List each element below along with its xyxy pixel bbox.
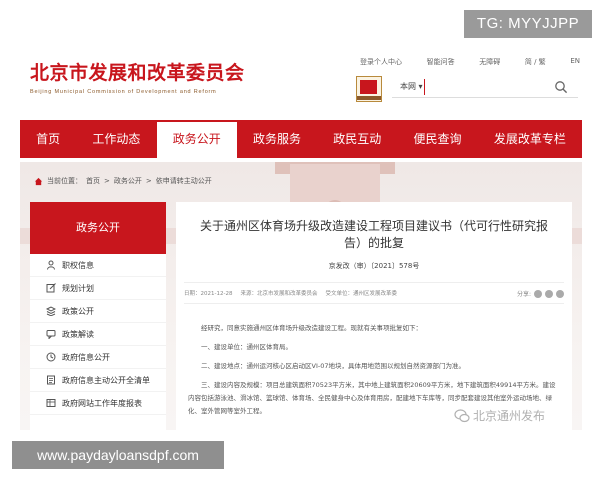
sidebar-item-gov-info[interactable]: 政府信息公开 [30, 346, 166, 369]
search-bar: 本网 ▾ [392, 76, 578, 98]
article-recipient: 受文单位：通州区发展改革委 [325, 291, 397, 297]
sidebar-heading: 政务公开 [30, 202, 166, 254]
home-icon [34, 177, 43, 185]
wechat-watermark-text: 北京通州发布 [473, 409, 546, 423]
article-doc-number: 京发改（审）〔2021〕578号 [328, 262, 420, 270]
sidebar-item-label: 政策公开 [62, 306, 94, 316]
top-link-english[interactable]: EN [570, 57, 580, 67]
breadcrumb-current[interactable]: 依申请转主动公开 [156, 176, 212, 186]
top-link-language[interactable]: 简 / 繁 [525, 57, 546, 67]
share-wechat-icon[interactable] [545, 289, 553, 298]
breadcrumb: 当前位置： 首页 > 政务公开 > 依申请转主动公开 [34, 176, 212, 186]
nav-item-interaction[interactable]: 政民互动 [317, 120, 397, 158]
article-title: 关于通州区体育场升级改造建设工程项目建议书（代可行性研究报告）的批复 [199, 219, 548, 250]
clock-icon [46, 352, 56, 362]
nav-item-home[interactable]: 首页 [20, 120, 76, 158]
nav-item-work-news[interactable]: 工作动态 [76, 120, 156, 158]
top-links: 登录个人中心 智能问答 无障碍 简 / 繁 EN [360, 57, 580, 67]
search-scope-select[interactable]: 本网 ▾ [400, 81, 423, 92]
sidebar-item-label: 职权信息 [62, 260, 94, 270]
table-icon [46, 399, 56, 407]
article-body: 经研究，同意实施通州区体育场升级改造建设工程。现就有关事项批复如下： 一、建设单… [188, 322, 562, 418]
emblem-icon [356, 76, 382, 102]
share-weibo-icon[interactable] [534, 289, 542, 298]
site-subtitle: Beijing Municipal Commission of Developm… [30, 89, 217, 95]
article-paragraph: 一、建设单位：通州区体育局。 [201, 343, 292, 351]
nav-item-reform-column[interactable]: 发展改革专栏 [478, 120, 582, 158]
top-link-accessibility[interactable]: 无障碍 [479, 57, 500, 67]
site-title: 北京市发展和改革委员会 [30, 62, 245, 84]
article-paragraph: 经研究，同意实施通州区体育场升级改造建设工程。现就有关事项批复如下： [201, 324, 422, 332]
top-link-login[interactable]: 登录个人中心 [360, 57, 402, 67]
article-source: 来源：北京市发展和改革委员会 [240, 291, 318, 297]
wechat-icon [454, 408, 470, 422]
edit-icon [46, 283, 56, 293]
wechat-watermark: 北京通州发布 [454, 407, 545, 424]
chat-icon [46, 330, 56, 339]
person-icon [47, 260, 55, 270]
sidebar-item-planning[interactable]: 规划计划 [30, 277, 166, 300]
search-icon[interactable] [554, 80, 568, 94]
watermark-badge: TG: MYYJJPP [464, 10, 592, 38]
sidebar-item-label: 政府信息主动公开全清单 [62, 375, 150, 385]
breadcrumb-home[interactable]: 首页 [86, 176, 100, 186]
main-nav: 首页 工作动态 政务公开 政务服务 政民互动 便民查询 发展改革专栏 [20, 120, 582, 158]
sidebar-item-label: 规划计划 [62, 283, 94, 293]
article-panel: 关于通州区体育场升级改造建设工程项目建议书（代可行性研究报告）的批复 京发改（审… [176, 202, 572, 440]
share-more-icon[interactable] [556, 289, 564, 298]
breadcrumb-gov-disclosure[interactable]: 政务公开 [114, 176, 142, 186]
share-bar: 分享: [517, 289, 564, 298]
nav-item-gov-disclosure[interactable]: 政务公开 [156, 120, 237, 158]
nav-item-gov-service[interactable]: 政务服务 [237, 120, 317, 158]
sidebar-item-full-list[interactable]: 政府信息主动公开全清单 [30, 369, 166, 392]
sidebar-item-label: 政策解读 [62, 329, 94, 339]
sidebar-item-interpretation[interactable]: 政策解读 [30, 323, 166, 346]
share-label: 分享: [516, 291, 531, 298]
nav-item-query[interactable]: 便民查询 [397, 120, 477, 158]
stack-icon [46, 306, 56, 316]
top-link-qa[interactable]: 智能问答 [427, 57, 455, 67]
sidebar-item-label: 政府网站工作年度报表 [62, 398, 142, 408]
list-icon [47, 375, 55, 385]
site-logo[interactable]: 北京市发展和改革委员会 Beijing Municipal Commission… [30, 58, 245, 95]
breadcrumb-separator: > [145, 177, 152, 185]
breadcrumb-label: 当前位置： [47, 177, 82, 185]
article-date: 日期：2021-12-28 [184, 291, 233, 297]
url-watermark: www.paydayloansdpf.com [12, 441, 224, 469]
article-paragraph: 二、建设地点：通州运河核心区启动区VI-07地块，具体用地范围以规划自然资源部门… [201, 362, 465, 370]
sidebar-item-authority-info[interactable]: 职权信息 [30, 254, 166, 277]
sidebar-item-label: 政府信息公开 [62, 352, 110, 362]
search-input[interactable] [424, 79, 549, 95]
sidebar: 政务公开 职权信息 规划计划 政策公开 政策解读 政府信息公开 政府信息主动公开… [30, 202, 166, 440]
breadcrumb-separator: > [104, 177, 110, 185]
article-meta: 日期：2021-12-28 来源：北京市发展和改革委员会 受文单位：通州区发展改… [184, 282, 564, 304]
sidebar-item-annual-report[interactable]: 政府网站工作年度报表 [30, 392, 166, 415]
sidebar-item-policy[interactable]: 政策公开 [30, 300, 166, 323]
